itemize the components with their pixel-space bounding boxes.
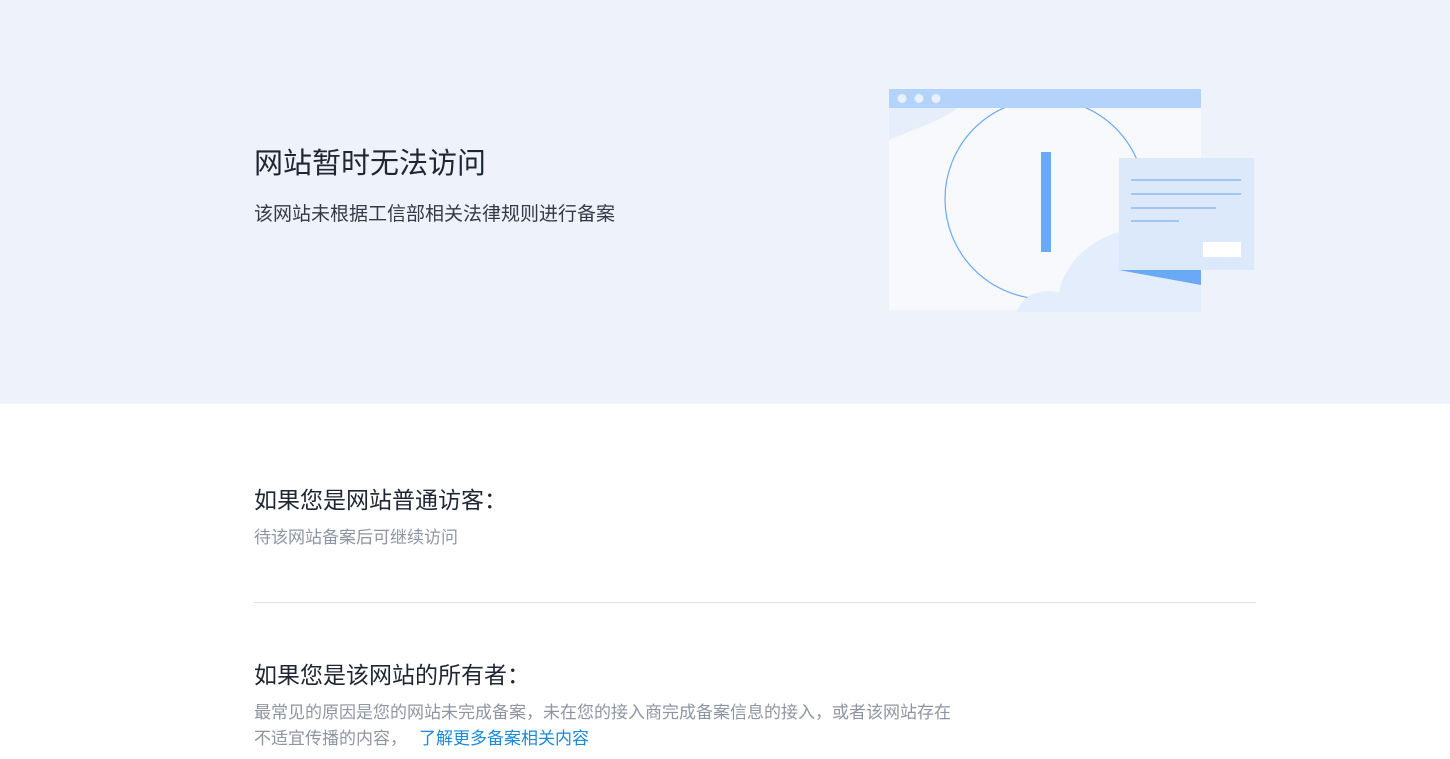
owner-text-line1: 最常见的原因是您的网站未完成备案，未在您的接入商完成备案信息的接入，或者该网站存… [254, 703, 951, 723]
owner-section-title: 如果您是该网站的所有者： [254, 663, 530, 689]
window-dot-icon [931, 94, 941, 103]
window-dot-icon [914, 94, 924, 103]
window-dot-icon [897, 94, 907, 103]
learn-more-link[interactable]: 了解更多备案相关内容 [419, 729, 589, 749]
owner-text-line2: 不适宜传播的内容， [254, 729, 407, 749]
section-divider [254, 602, 1256, 603]
card-button-shape [1203, 242, 1241, 257]
page-subtitle: 该网站未根据工信部相关法律规则进行备案 [254, 203, 616, 225]
visitor-section-text: 待该网站备案后可继续访问 [254, 528, 458, 548]
owner-section-text: 最常见的原因是您的网站未完成备案，未在您的接入商完成备案信息的接入，或者该网站存… [254, 700, 951, 752]
visitor-section-title: 如果您是网站普通访客： [254, 488, 507, 514]
exclamation-dot [1041, 242, 1051, 252]
warning-browser-illustration [889, 89, 1254, 312]
page-title: 网站暂时无法访问 [254, 146, 487, 180]
hero-banner: 网站暂时无法访问 该网站未根据工信部相关法律规则进行备案 [0, 0, 1450, 404]
exclamation-bar [1041, 152, 1051, 242]
